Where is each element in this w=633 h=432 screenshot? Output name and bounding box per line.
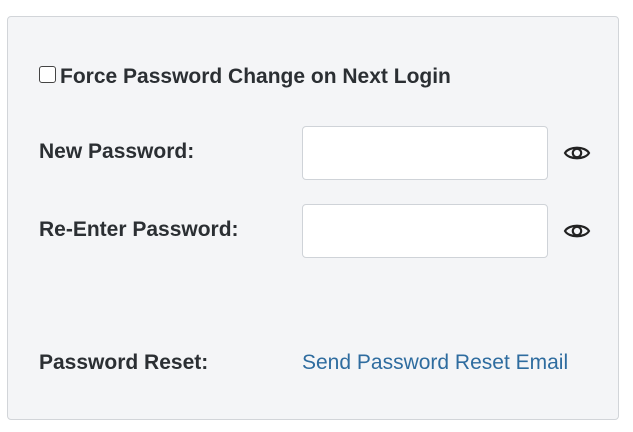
force-password-change-checkbox[interactable] bbox=[39, 65, 56, 83]
reenter-password-input[interactable] bbox=[302, 204, 548, 258]
new-password-label: New Password: bbox=[39, 140, 195, 163]
eye-icon[interactable] bbox=[563, 221, 591, 241]
force-password-change-row: Force Password Change on Next Login bbox=[39, 62, 451, 89]
new-password-input[interactable] bbox=[302, 126, 548, 180]
force-password-change-label[interactable]: Force Password Change on Next Login bbox=[60, 65, 451, 89]
password-reset-label: Password Reset: bbox=[39, 351, 209, 374]
send-password-reset-email-link[interactable]: Send Password Reset Email bbox=[302, 351, 568, 375]
reenter-password-label: Re-Enter Password: bbox=[39, 218, 239, 241]
eye-icon[interactable] bbox=[563, 143, 591, 163]
password-settings-panel: Force Password Change on Next Login New … bbox=[7, 16, 619, 420]
